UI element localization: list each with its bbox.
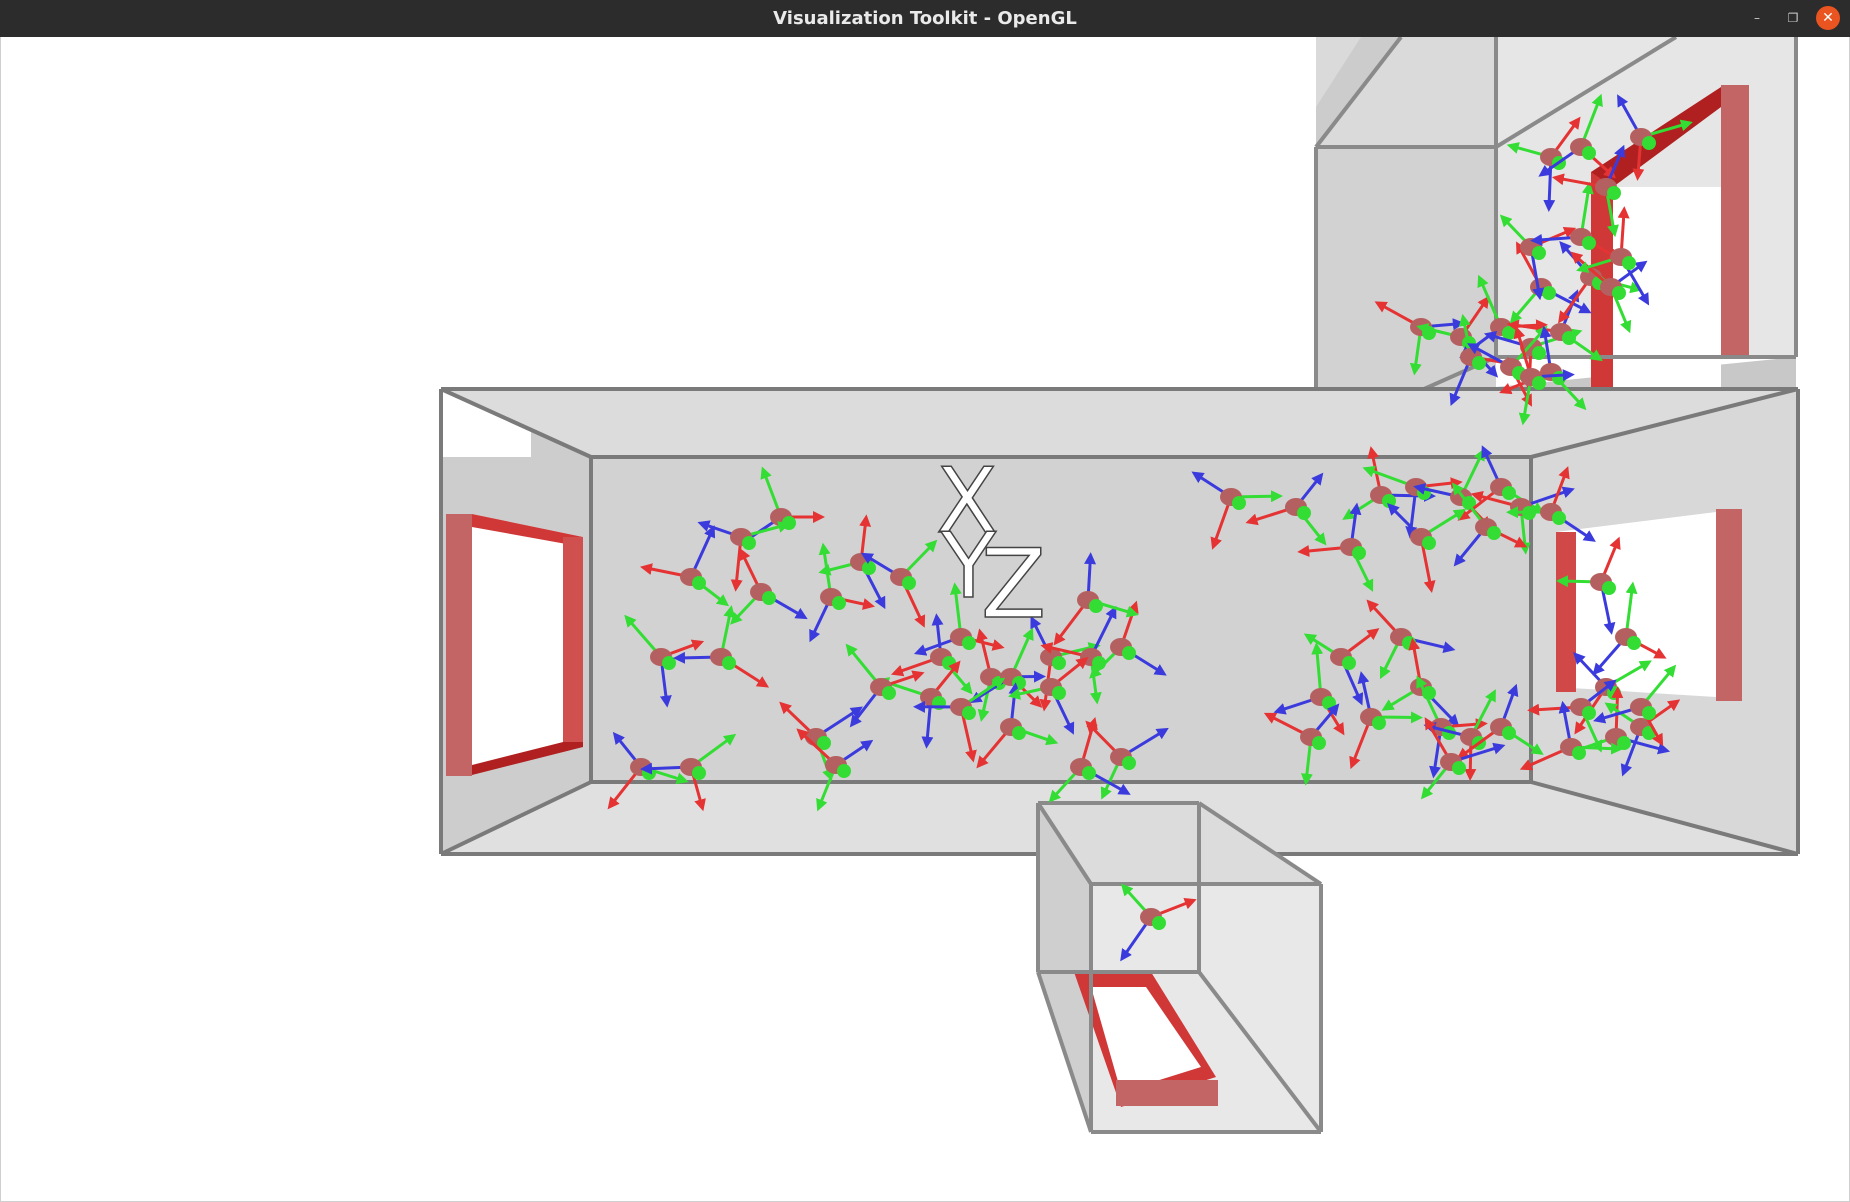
agent-head [1572, 746, 1586, 760]
agent-head [882, 686, 896, 700]
agent-head [1312, 736, 1326, 750]
agent-head [1542, 286, 1556, 300]
agent-head [1582, 146, 1596, 160]
right-door-inner-jamb [1556, 532, 1576, 692]
left-door-jamb [446, 514, 472, 776]
agent-head [862, 561, 876, 575]
agent-head [1122, 646, 1136, 660]
agent-head [1012, 726, 1026, 740]
agent-head [1502, 726, 1516, 740]
agent-head [1352, 546, 1366, 560]
agent-head [902, 576, 916, 590]
agent-head [1089, 599, 1103, 613]
agent-head [1582, 236, 1596, 250]
agent-head [1602, 581, 1616, 595]
right-door-jamb [1716, 509, 1742, 701]
agent-head [1382, 494, 1396, 508]
agent-head [692, 576, 706, 590]
restore-icon[interactable]: ❐ [1780, 5, 1806, 31]
agent-head [1052, 686, 1066, 700]
scene-canvas[interactable]: X Y Z [1, 37, 1850, 1202]
agent-head [762, 591, 776, 605]
agent-head [832, 596, 846, 610]
agent-head [1452, 761, 1466, 775]
agent-head [722, 656, 736, 670]
agent-head [962, 636, 976, 650]
agent-head [1082, 766, 1096, 780]
bottom-door-sill [1116, 1080, 1218, 1106]
axis-label-z: Z [981, 530, 1046, 640]
upper-room-left-wall [1316, 147, 1496, 422]
agent-head [1487, 526, 1501, 540]
agent-head [1612, 286, 1626, 300]
agent-head [1607, 186, 1621, 200]
agent-head [837, 764, 851, 778]
agent-head [1532, 346, 1546, 360]
agent-head [742, 536, 756, 550]
agent-head [1122, 756, 1136, 770]
agent-head [1232, 496, 1246, 510]
agent-head [1642, 706, 1656, 720]
agent-head [1472, 356, 1486, 370]
agent-head [1297, 506, 1311, 520]
agent-head [1562, 331, 1576, 345]
agent-head [1532, 376, 1546, 390]
close-icon[interactable]: ✕ [1816, 6, 1840, 30]
upper-door-opening [1613, 187, 1721, 422]
agent-head [662, 656, 676, 670]
agent-head [1627, 636, 1641, 650]
agent-head [1622, 256, 1636, 270]
application-window: Visualization Toolkit - OpenGL – ❐ ✕ X Y… [0, 0, 1850, 1202]
agent-head [962, 706, 976, 720]
agent-head [1552, 511, 1566, 525]
window-controls: – ❐ ✕ [1744, 5, 1840, 31]
agent-head [1012, 676, 1026, 690]
agent-head [1422, 536, 1436, 550]
agent-head [1617, 736, 1631, 750]
upper-door-right-jamb [1721, 85, 1749, 355]
render-viewport[interactable]: X Y Z [0, 37, 1850, 1202]
agent-head [692, 766, 706, 780]
agent-head [1642, 136, 1656, 150]
agent-head [1502, 486, 1516, 500]
agent-head [1552, 371, 1566, 385]
title-bar[interactable]: Visualization Toolkit - OpenGL – ❐ ✕ [0, 0, 1850, 38]
agent-head [1532, 246, 1546, 260]
agent-head [1372, 716, 1386, 730]
main-room [439, 387, 1800, 856]
agent-head [782, 516, 796, 530]
minimize-icon[interactable]: – [1744, 5, 1770, 31]
window-title: Visualization Toolkit - OpenGL [773, 8, 1077, 29]
agent-head [1052, 656, 1066, 670]
agent-head [1342, 656, 1356, 670]
agent-head [1582, 706, 1596, 720]
left-door-inner-jamb [563, 537, 583, 742]
agent-head [1152, 916, 1166, 930]
